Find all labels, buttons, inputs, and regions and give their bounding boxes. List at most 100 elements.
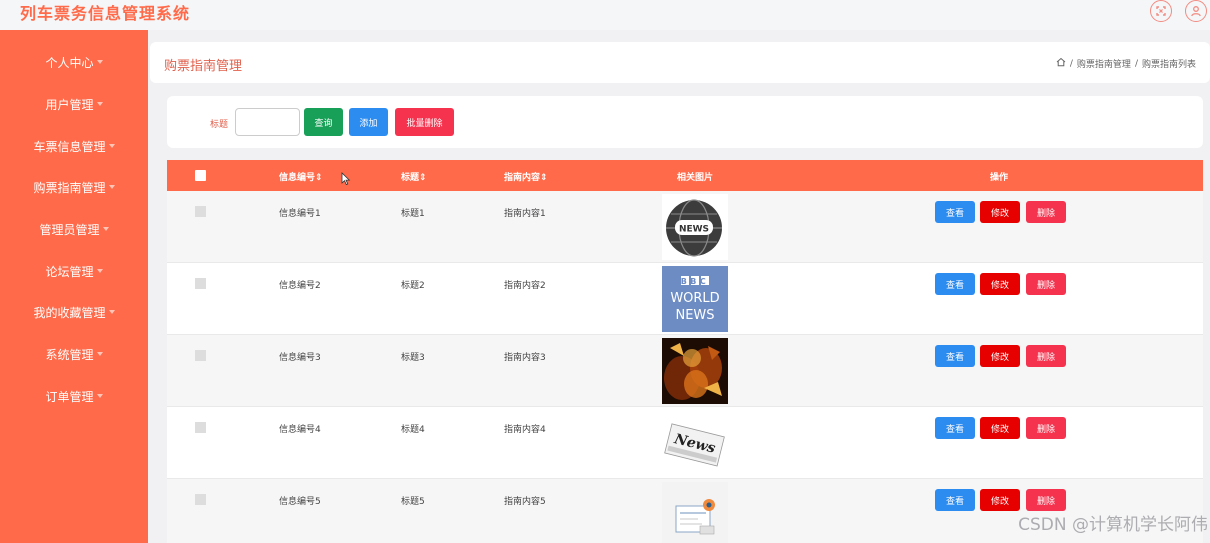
edit-button[interactable]: 修改 [980, 345, 1020, 367]
newspaper-image: News [662, 410, 728, 476]
caret-down-icon [108, 185, 115, 189]
news-badge-text: NEWS [679, 225, 709, 235]
sidebar-item-purchase-guide[interactable]: 购票指南管理 [0, 175, 148, 199]
sidebar-item-label: 购票指南管理 [33, 180, 106, 195]
sidebar-item-forum[interactable]: 论坛管理 [0, 259, 148, 283]
search-bar: 标题 查询 添加 批量删除 [167, 96, 1203, 148]
delete-button[interactable]: 删除 [1026, 273, 1066, 295]
table-row: 信息编号3 标题3 指南内容3 查看 修改 删除 [167, 335, 1203, 407]
cell-id: 信息编号2 [279, 281, 321, 291]
sidebar-item-tickets[interactable]: 车票信息管理 [0, 134, 148, 158]
row-checkbox[interactable] [195, 350, 206, 361]
view-button[interactable]: 查看 [935, 273, 975, 295]
row-checkbox[interactable] [195, 206, 206, 217]
row-checkbox[interactable] [195, 422, 206, 433]
sidebar-item-admins[interactable]: 管理员管理 [0, 217, 148, 241]
home-icon[interactable] [1056, 57, 1066, 70]
delete-button[interactable]: 删除 [1026, 345, 1066, 367]
view-button[interactable]: 查看 [935, 201, 975, 223]
sidebar-item-label: 用户管理 [45, 97, 94, 112]
edit-button[interactable]: 修改 [980, 489, 1020, 511]
news-globe-image: NEWS [662, 194, 728, 260]
page-header: 购票指南管理 / 购票指南管理 / 购票指南列表 [150, 42, 1210, 83]
cell-content: 指南内容4 [504, 425, 546, 435]
sidebar-item-label: 个人中心 [45, 55, 94, 70]
csdn-watermark: CSDN @计算机学长阿伟 [1018, 515, 1208, 535]
cell-title: 标题4 [401, 425, 425, 435]
column-header-content[interactable]: 指南内容⇕ [504, 170, 548, 183]
column-header-image: 相关图片 [677, 173, 714, 183]
batch-delete-button[interactable]: 批量删除 [395, 108, 454, 136]
row-checkbox[interactable] [195, 494, 206, 505]
cell-id: 信息编号4 [279, 425, 321, 435]
fullscreen-icon[interactable] [1150, 0, 1172, 22]
sidebar-item-orders[interactable]: 订单管理 [0, 384, 148, 408]
bbc-news-text: NEWS [675, 308, 714, 323]
delete-button[interactable]: 删除 [1026, 417, 1066, 439]
cell-content: 指南内容3 [504, 353, 546, 363]
column-header-title[interactable]: 标题⇕ [401, 170, 427, 183]
delete-button[interactable]: 删除 [1026, 201, 1066, 223]
caret-down-icon [108, 310, 115, 314]
column-header-actions: 操作 [990, 173, 1009, 183]
mouse-cursor-icon [341, 171, 351, 190]
cell-title: 标题3 [401, 353, 425, 363]
sidebar-item-favorites[interactable]: 我的收藏管理 [0, 300, 148, 324]
caret-down-icon [102, 227, 109, 231]
table-row: 信息编号2 标题2 指南内容2 BBC WORLD NEWS 查看 修改 删除 [167, 263, 1203, 335]
row-checkbox[interactable] [195, 278, 206, 289]
view-button[interactable]: 查看 [935, 345, 975, 367]
news-sketch-image [662, 482, 728, 543]
sidebar-item-users[interactable]: 用户管理 [0, 92, 148, 116]
user-icon[interactable] [1185, 0, 1207, 22]
breadcrumb-separator: / [1069, 58, 1073, 69]
caret-down-icon [96, 352, 103, 356]
app-title: 列车票务信息管理系统 [20, 4, 191, 23]
breadcrumb: / 购票指南管理 / 购票指南列表 [1056, 57, 1196, 70]
sidebar-item-label: 论坛管理 [45, 264, 94, 279]
bbc-world-text: WORLD [670, 291, 719, 306]
edit-button[interactable]: 修改 [980, 273, 1020, 295]
edit-button[interactable]: 修改 [980, 417, 1020, 439]
breadcrumb-item-guide-management[interactable]: 购票指南管理 [1077, 57, 1131, 70]
add-button[interactable]: 添加 [349, 108, 388, 136]
table-row: 信息编号4 标题4 指南内容4 News 查看 修改 删除 [167, 407, 1203, 479]
cell-id: 信息编号5 [279, 497, 321, 507]
breadcrumb-item-guide-list: 购票指南列表 [1141, 60, 1196, 70]
caret-down-icon [108, 144, 115, 148]
cell-content: 指南内容2 [504, 281, 546, 291]
bbc-world-news-image: BBC WORLD NEWS [662, 266, 728, 332]
sort-icon: ⇕ [315, 173, 323, 183]
cell-title: 标题1 [401, 209, 425, 219]
select-all-checkbox[interactable] [195, 170, 206, 181]
caret-down-icon [96, 269, 103, 273]
cell-id: 信息编号3 [279, 353, 321, 363]
view-button[interactable]: 查看 [935, 489, 975, 511]
cell-title: 标题5 [401, 497, 425, 507]
view-button[interactable]: 查看 [935, 417, 975, 439]
caret-down-icon [96, 60, 103, 64]
edit-button[interactable]: 修改 [980, 201, 1020, 223]
sidebar-item-system[interactable]: 系统管理 [0, 342, 148, 366]
top-bar: 列车票务信息管理系统 [0, 0, 1210, 30]
sidebar-item-label: 我的收藏管理 [33, 305, 106, 320]
sidebar: 个人中心 用户管理 车票信息管理 购票指南管理 管理员管理 论坛管理 我的收藏管… [0, 30, 148, 543]
table-header: 信息编号⇕ 标题⇕ 指南内容⇕ 相关图片 操作 [167, 160, 1203, 191]
bbc-logo-text: BBC [681, 277, 710, 286]
sidebar-item-label: 订单管理 [45, 389, 94, 404]
sidebar-item-label: 车票信息管理 [33, 139, 106, 154]
delete-button[interactable]: 删除 [1026, 489, 1066, 511]
breadcrumb-separator: / [1134, 58, 1138, 69]
column-header-id[interactable]: 信息编号⇕ [279, 170, 323, 183]
page-title: 购票指南管理 [164, 59, 243, 74]
sort-icon: ⇕ [540, 173, 548, 183]
cell-title: 标题2 [401, 281, 425, 291]
cell-content: 指南内容5 [504, 497, 546, 507]
query-button[interactable]: 查询 [304, 108, 343, 136]
title-search-input[interactable] [235, 108, 300, 136]
sidebar-item-personal-center[interactable]: 个人中心 [0, 50, 148, 74]
caret-down-icon [96, 102, 103, 106]
cell-id: 信息编号1 [279, 209, 321, 219]
title-filter-label: 标题 [210, 120, 229, 130]
sort-icon: ⇕ [419, 173, 427, 183]
